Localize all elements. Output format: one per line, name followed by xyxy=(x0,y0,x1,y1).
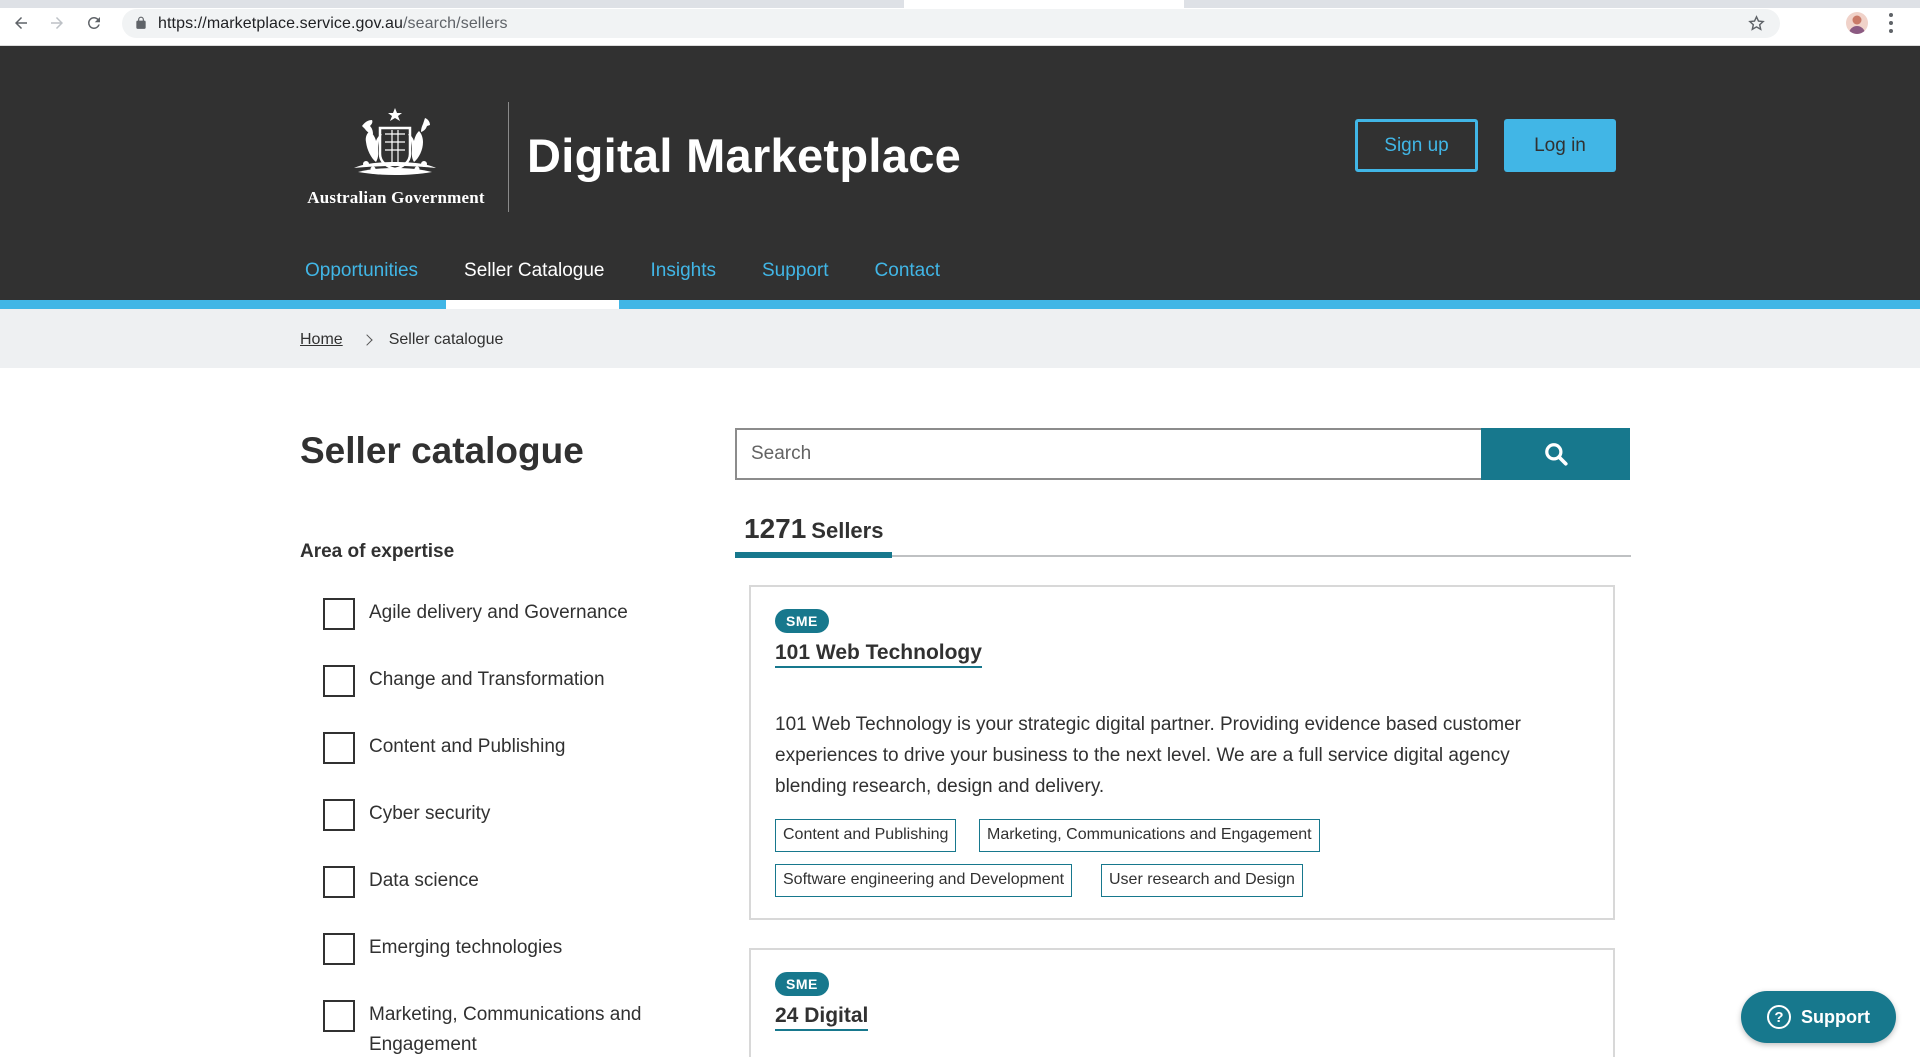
breadcrumb-band xyxy=(0,309,1920,368)
nav-opportunities[interactable]: Opportunities xyxy=(305,260,418,288)
back-icon[interactable] xyxy=(10,12,32,34)
seller-name-link[interactable]: 101 Web Technology xyxy=(775,641,982,668)
filter-option[interactable]: Change and Transformation xyxy=(323,665,669,697)
breadcrumb-current: Seller catalogue xyxy=(388,331,504,348)
log-in-button[interactable]: Log in xyxy=(1504,119,1616,172)
bookmark-star-icon[interactable] xyxy=(1747,14,1766,33)
government-name: Australian Government xyxy=(307,188,485,207)
seller-card: SME 24 Digital xyxy=(749,948,1615,1057)
results-tab-indicator xyxy=(735,552,892,558)
help-icon: ? xyxy=(1767,1005,1791,1029)
nav-seller-catalogue[interactable]: Seller Catalogue xyxy=(464,260,604,288)
expertise-tag: Content and Publishing xyxy=(775,819,957,852)
filter-checkbox[interactable] xyxy=(323,866,355,898)
filter-label[interactable]: Marketing, Communications and Engagement xyxy=(369,1000,669,1057)
results-count: 1271 xyxy=(744,513,807,544)
breadcrumb-home[interactable]: Home xyxy=(300,331,343,349)
chevron-right-icon xyxy=(361,334,373,346)
filter-label[interactable]: Change and Transformation xyxy=(369,665,669,695)
filter-label[interactable]: Content and Publishing xyxy=(369,732,669,762)
profile-avatar-icon[interactable] xyxy=(1846,12,1868,34)
main-navigation: Opportunities Seller Catalogue Insights … xyxy=(305,260,940,288)
sme-badge: SME xyxy=(775,609,829,633)
browser-menu-icon[interactable] xyxy=(1887,13,1895,33)
filter-checkbox[interactable] xyxy=(323,598,355,630)
site-title[interactable]: Digital Marketplace xyxy=(527,128,961,183)
filter-checkbox[interactable] xyxy=(323,1000,355,1032)
filter-checkbox[interactable] xyxy=(323,732,355,764)
expertise-tag: Software engineering and Development xyxy=(775,864,1073,897)
reload-icon[interactable] xyxy=(83,12,105,34)
filter-checkbox[interactable] xyxy=(323,799,355,831)
search-icon xyxy=(1544,443,1568,466)
breadcrumb: Home Seller catalogue xyxy=(300,331,503,349)
nav-contact[interactable]: Contact xyxy=(875,260,940,288)
seller-description: 101 Web Technology is your strategic dig… xyxy=(775,714,1522,797)
filter-label[interactable]: Agile delivery and Governance xyxy=(369,598,669,628)
coat-of-arms-icon xyxy=(354,108,436,175)
nav-active-indicator xyxy=(446,300,619,309)
page-title: Seller catalogue xyxy=(300,430,584,471)
results-unit: Sellers xyxy=(811,518,884,543)
lock-icon xyxy=(136,16,146,29)
browser-tabstrip xyxy=(0,0,1920,8)
sign-up-button[interactable]: Sign up xyxy=(1355,119,1478,172)
filter-option[interactable]: Data science xyxy=(323,866,669,898)
header-accent-bar xyxy=(0,300,1920,309)
australian-government-logo[interactable]: Australian Government xyxy=(300,106,492,212)
filter-option[interactable]: Cyber security xyxy=(323,799,669,831)
support-widget-button[interactable]: ? Support xyxy=(1741,991,1896,1043)
seller-name-link[interactable]: 24 Digital xyxy=(775,1004,869,1031)
filter-label[interactable]: Cyber security xyxy=(369,799,669,829)
search-button[interactable] xyxy=(1481,428,1630,480)
url-host: https://marketplace.service.gov.au xyxy=(158,15,403,32)
sme-badge: SME xyxy=(775,972,829,996)
browser-toolbar: https://marketplace.service.gov.au/searc… xyxy=(0,0,1920,46)
nav-support[interactable]: Support xyxy=(762,260,829,288)
browser-active-tab[interactable] xyxy=(904,0,1184,8)
nav-insights[interactable]: Insights xyxy=(651,260,716,288)
seller-card: SME 101 Web Technology 101 Web Technolog… xyxy=(749,585,1615,920)
expertise-tag: User research and Design xyxy=(1101,864,1303,897)
address-url: https://marketplace.service.gov.au/searc… xyxy=(158,15,508,33)
logo-divider xyxy=(508,102,509,212)
address-bar[interactable]: https://marketplace.service.gov.au/searc… xyxy=(122,9,1780,38)
filter-heading: Area of expertise xyxy=(300,541,455,562)
filter-checkbox[interactable] xyxy=(323,665,355,697)
filter-option[interactable]: Marketing, Communications and Engagement xyxy=(323,1000,669,1057)
expertise-tag: Marketing, Communications and Engagement xyxy=(979,819,1320,852)
support-widget-label: Support xyxy=(1801,1006,1870,1027)
filter-option[interactable]: Content and Publishing xyxy=(323,732,669,764)
filter-label[interactable]: Emerging technologies xyxy=(369,933,669,963)
filter-checkbox[interactable] xyxy=(323,933,355,965)
filter-option[interactable]: Emerging technologies xyxy=(323,933,669,965)
filter-label[interactable]: Data science xyxy=(369,866,669,896)
results-count-tab[interactable]: 1271 Sellers xyxy=(744,513,883,545)
forward-icon[interactable] xyxy=(46,12,68,34)
search-input[interactable] xyxy=(735,428,1483,480)
filter-option[interactable]: Agile delivery and Governance xyxy=(323,598,669,630)
url-path: /search/sellers xyxy=(403,15,508,32)
